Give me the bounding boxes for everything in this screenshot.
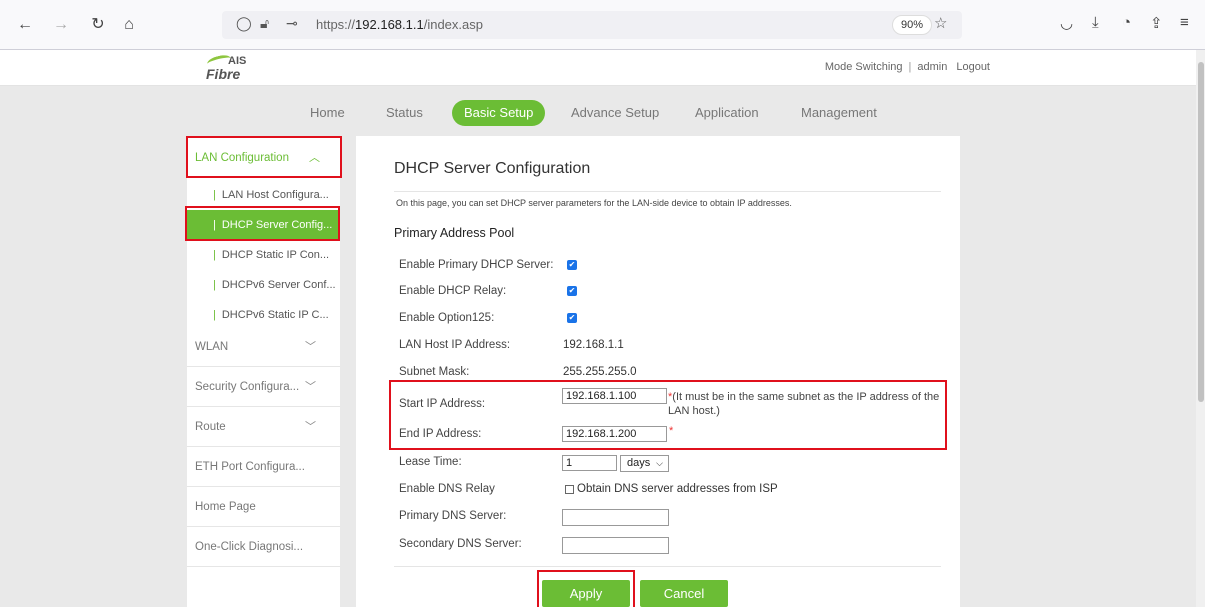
sidebar-marker: | [213, 279, 216, 291]
user-name: admin [917, 61, 948, 73]
secondary-dns-label: Secondary DNS Server: [399, 538, 522, 550]
url-host: 192.168.1.1 [355, 17, 424, 32]
share-icon[interactable]: ⇪ [1150, 14, 1163, 32]
highlight-dhcp-server-config [185, 206, 340, 241]
menu-icon[interactable]: ≡ [1180, 14, 1189, 31]
lease-unit-value: days [627, 457, 651, 469]
nav-status[interactable]: Status [386, 100, 423, 126]
sidebar-marker: | [213, 189, 216, 201]
sidebar-item-wlan[interactable]: WLAN ﹀ [187, 327, 340, 367]
enable-primary-dhcp-label: Enable Primary DHCP Server: [399, 259, 554, 271]
sidebar-item-label: DHCPv6 Server Conf... [221, 279, 336, 291]
sidebar-item-security[interactable]: Security Configura... ﹀ [187, 367, 340, 407]
mode-switching-link[interactable]: Mode Switching [825, 61, 903, 73]
main-nav: Home Status Basic Setup Advance Setup Ap… [0, 100, 1196, 130]
form-divider [394, 566, 941, 567]
dns-from-isp-checkbox[interactable] [565, 485, 574, 494]
highlight-apply-button [537, 570, 635, 607]
lan-host-ip-label: LAN Host IP Address: [399, 339, 511, 351]
chevron-down-icon: ﹀ [305, 381, 316, 393]
sidebar-item-eth-port[interactable]: ETH Port Configura... [187, 447, 340, 487]
sidebar-item-dhcpv6-static-ip[interactable]: | DHCPv6 Static IP C... [187, 300, 340, 330]
download-icon[interactable]: ⤓ [1092, 14, 1099, 31]
pocket-icon[interactable]: ◡ [1060, 14, 1073, 32]
enable-dhcp-relay-label: Enable DHCP Relay: [399, 285, 507, 297]
secondary-dns-input[interactable] [562, 537, 669, 554]
nav-management[interactable]: Management [801, 100, 877, 126]
address-bar[interactable]: ◯ 🔓︎ ⊸ https://192.168.1.1/index.asp 90%… [222, 11, 962, 39]
chevron-down-icon: ⌵ [656, 458, 663, 468]
dns-relay-label: Enable DNS Relay [399, 483, 495, 495]
subnet-mask-value: 255.255.255.0 [563, 366, 637, 378]
enable-option125-checkbox[interactable]: ✔ [567, 313, 577, 323]
sidebar-item-label: Home Page [195, 501, 256, 513]
bookmark-star-icon[interactable]: ☆ [934, 14, 947, 32]
reload-icon[interactable]: ↻ [87, 14, 109, 36]
key-icon[interactable]: ⊸ [286, 15, 298, 32]
lease-time-label: Lease Time: [399, 456, 462, 468]
scrollbar-thumb[interactable] [1198, 62, 1204, 402]
performance-icon[interactable]: ◔ [1122, 14, 1131, 31]
url-path: /index.asp [423, 17, 483, 32]
sidebar-item-label: DHCPv6 Static IP C... [221, 309, 329, 321]
dns-from-isp-label: Obtain DNS server addresses from ISP [577, 483, 778, 495]
nav-application[interactable]: Application [695, 100, 759, 126]
enable-dhcp-relay-checkbox[interactable]: ✔ [567, 286, 577, 296]
page-scrollbar[interactable] [1196, 50, 1205, 607]
zoom-level-badge[interactable]: 90% [892, 15, 933, 35]
page-description: On this page, you can set DHCP server pa… [396, 198, 792, 208]
logout-link[interactable]: Logout [956, 61, 990, 73]
sidebar-item-label: ETH Port Configura... [195, 461, 305, 473]
primary-dns-input[interactable] [562, 509, 669, 526]
header-links: Mode Switching | admin Logout [825, 61, 990, 73]
cancel-button[interactable]: Cancel [640, 580, 728, 607]
sidebar-item-label: Security Configura... [195, 381, 300, 393]
chevron-down-icon: ﹀ [305, 421, 316, 433]
sidebar-item-label: Route [195, 421, 226, 433]
enable-option125-label: Enable Option125: [399, 312, 495, 324]
logo-fibre-text: Fibre [206, 66, 241, 82]
sidebar-item-label: One-Click Diagnosi... [195, 541, 304, 553]
lease-time-input[interactable]: 1 [562, 455, 617, 471]
header-divider: | [908, 61, 912, 73]
nav-basic-setup[interactable]: Basic Setup [452, 100, 546, 126]
shield-icon[interactable]: ◯ [236, 15, 252, 32]
section-title: Primary Address Pool [394, 226, 515, 240]
back-arrow-icon[interactable]: ← [14, 14, 36, 36]
sidebar-marker: | [213, 309, 216, 321]
page-title: DHCP Server Configuration [394, 160, 591, 177]
forward-arrow-icon[interactable]: → [50, 14, 72, 36]
lock-warning-icon[interactable]: 🔓︎ [260, 15, 269, 32]
sidebar-item-dhcpv6-server[interactable]: | DHCPv6 Server Conf... [187, 270, 340, 300]
enable-primary-dhcp-checkbox[interactable]: ✔ [567, 260, 577, 270]
url-prefix: https:// [316, 17, 356, 32]
title-divider [394, 191, 941, 192]
browser-toolbar: ← → ↻ ⌂ ◯ 🔓︎ ⊸ https://192.168.1.1/index… [0, 0, 1205, 50]
lan-host-ip-value: 192.168.1.1 [563, 339, 624, 351]
sidebar-item-label: LAN Host Configura... [221, 189, 329, 201]
primary-dns-label: Primary DNS Server: [399, 510, 507, 522]
nav-advance-setup[interactable]: Advance Setup [571, 100, 659, 126]
nav-home[interactable]: Home [310, 100, 345, 126]
ais-fibre-logo[interactable]: AIS Fibre [203, 52, 263, 84]
lease-unit-select[interactable]: days ⌵ [620, 455, 669, 472]
sidebar-item-dhcp-static-ip[interactable]: | DHCP Static IP Con... [187, 240, 340, 270]
chevron-down-icon: ﹀ [305, 341, 316, 353]
sidebar-item-label: DHCP Static IP Con... [221, 249, 330, 261]
home-icon[interactable]: ⌂ [118, 14, 140, 36]
url-text[interactable]: https://192.168.1.1/index.asp [316, 17, 483, 32]
subnet-mask-label: Subnet Mask: [399, 366, 470, 378]
sidebar-item-home-page[interactable]: Home Page [187, 487, 340, 527]
sidebar-item-label: WLAN [195, 341, 229, 353]
router-header: AIS Fibre Mode Switching | admin Logout [0, 50, 1196, 86]
highlight-lan-configuration [186, 136, 342, 178]
dhcp-config-panel: DHCP Server Configuration On this page, … [356, 136, 960, 607]
sidebar-item-route[interactable]: Route ﹀ [187, 407, 340, 447]
sidebar-item-one-click-diagnosis[interactable]: One-Click Diagnosi... [187, 527, 340, 567]
highlight-ip-range [389, 380, 947, 450]
sidebar-marker: | [213, 249, 216, 261]
